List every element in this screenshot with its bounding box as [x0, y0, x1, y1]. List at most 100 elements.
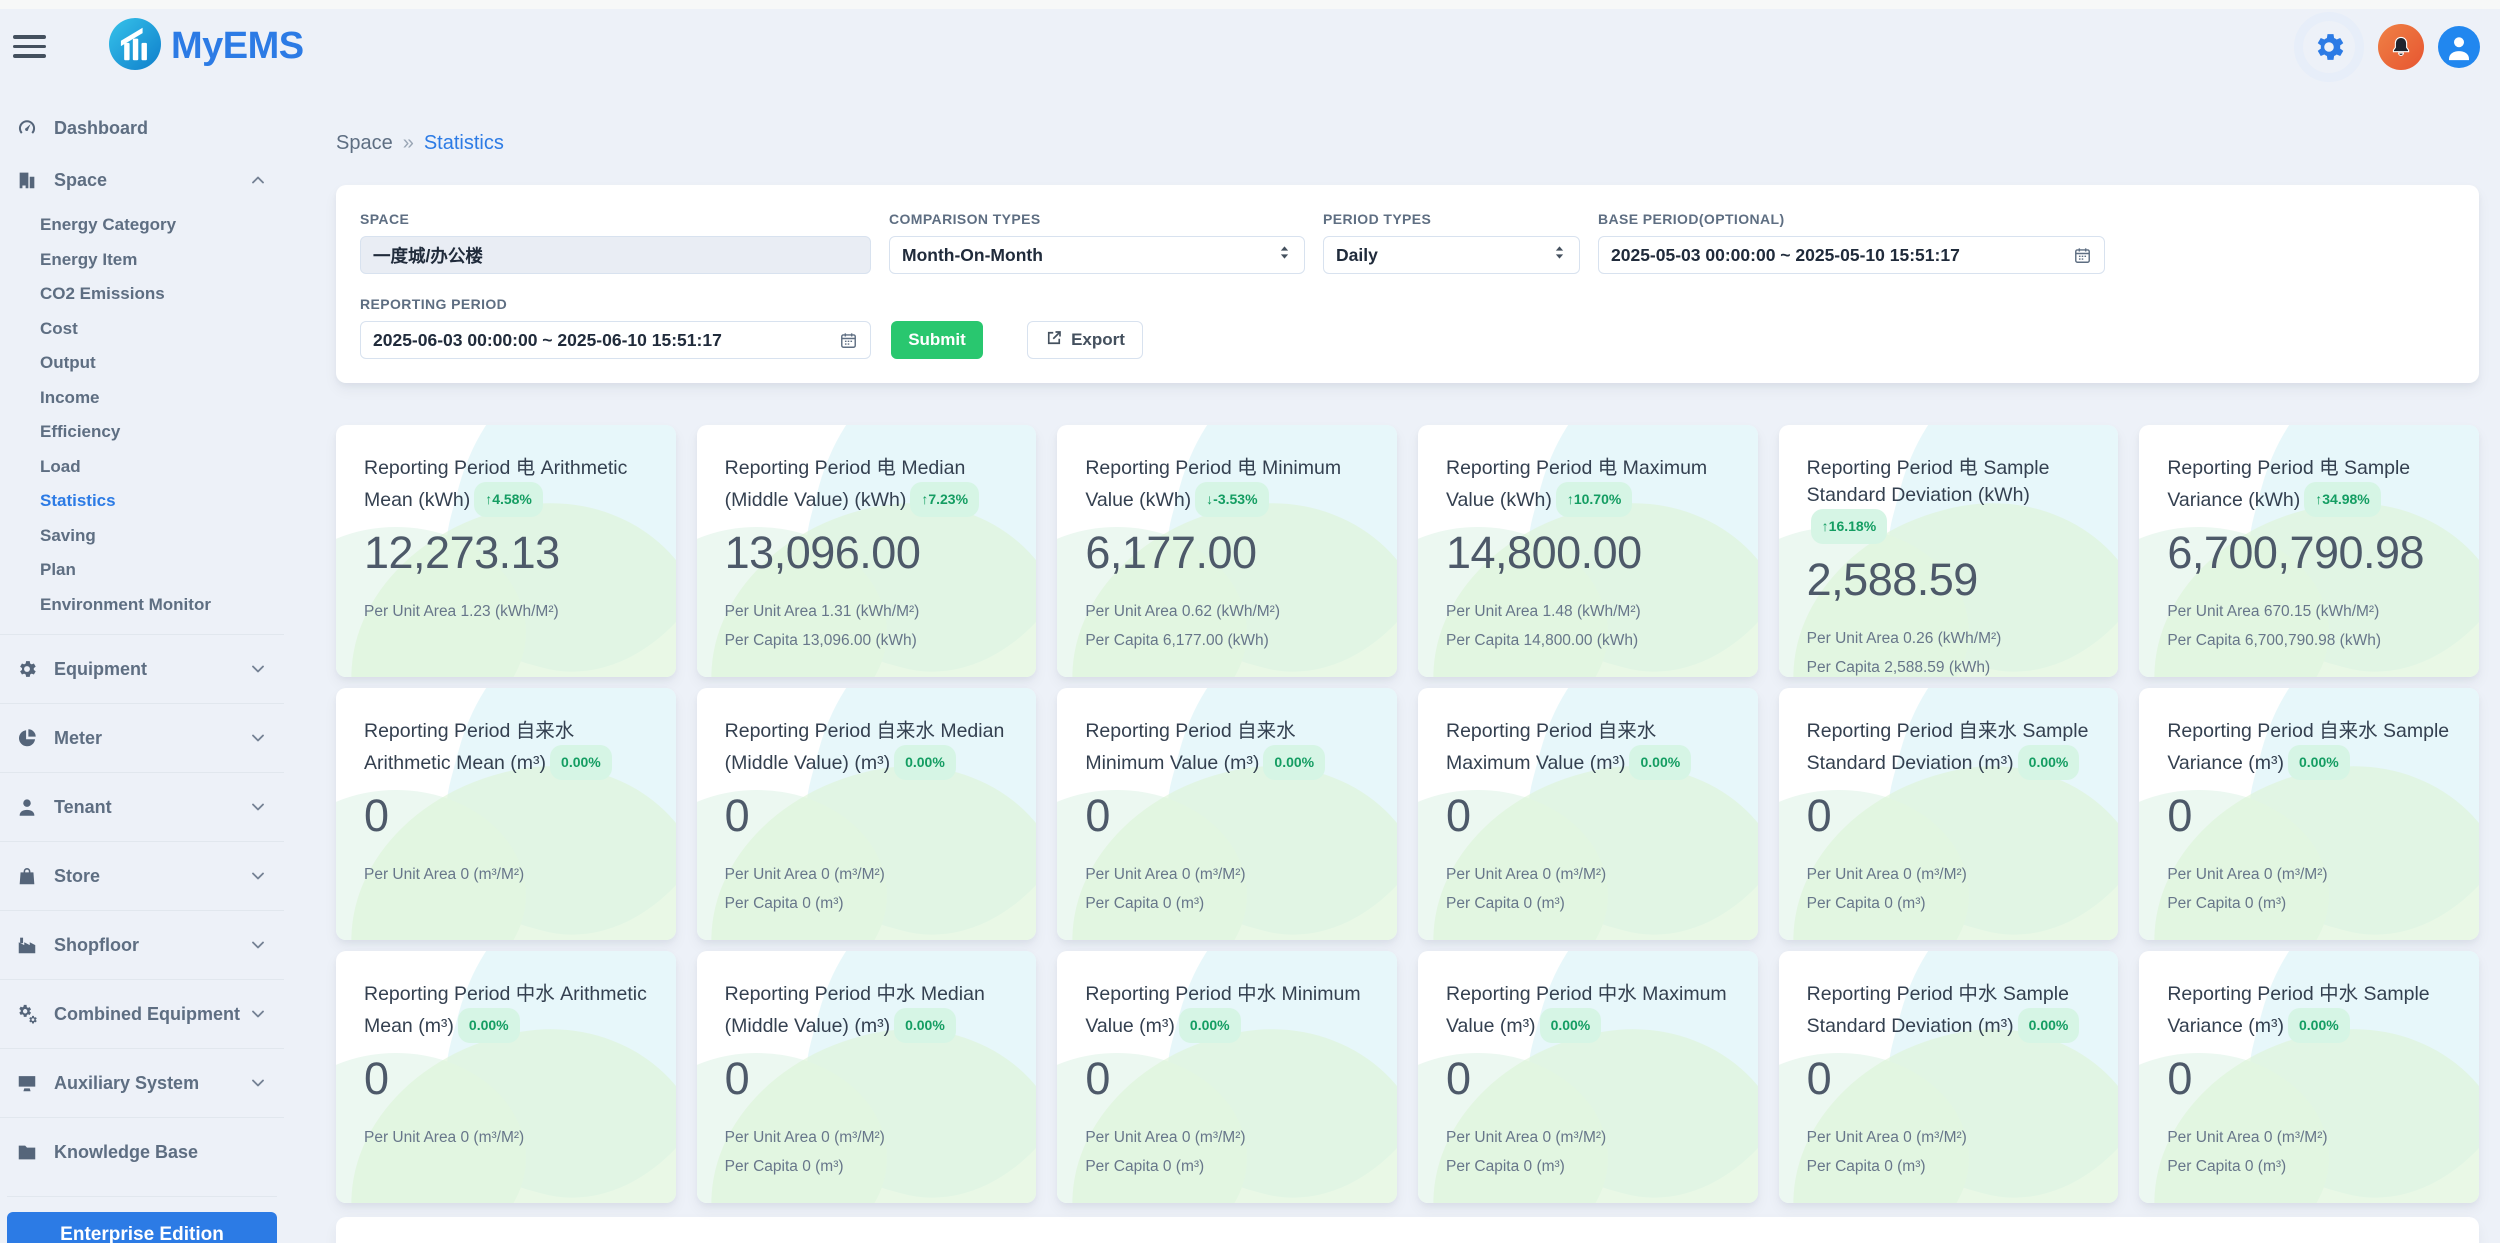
change-badge: 0.00% — [894, 1008, 956, 1043]
card-sublines: Per Unit Area 0 (m³/M²)Per Capita 0 (m³) — [725, 1123, 1013, 1181]
card-value: 0 — [1807, 790, 2095, 842]
stat-card: Reporting Period 电 Median (Middle Value)… — [697, 425, 1037, 677]
stat-card: Reporting Period 电 Maximum Value (kWh)↑1… — [1418, 425, 1758, 677]
chevron-down-icon — [248, 866, 268, 886]
sidebar-footer: Enterprise Edition — [7, 1196, 277, 1243]
sidebar-subitem-load[interactable]: Load — [0, 450, 284, 485]
export-button[interactable]: Export — [1027, 321, 1143, 359]
sidebar-subitem-energy-item[interactable]: Energy Item — [0, 243, 284, 278]
select-arrows-icon — [1277, 244, 1292, 266]
breadcrumb-parent[interactable]: Space — [336, 132, 393, 155]
stat-card: Reporting Period 自来水 Sample Standard Dev… — [1779, 688, 2119, 940]
card-subline: Per Unit Area 0 (m³/M²) — [2167, 1123, 2455, 1152]
main-content: Space » Statistics SPACE COMPARISON TYPE… — [336, 80, 2479, 1243]
window-top-strip — [0, 0, 2500, 9]
navbar-actions — [2294, 12, 2480, 82]
sidebar-nav: Dashboard Space Energy CategoryEnergy It… — [0, 80, 284, 1243]
card-sublines: Per Unit Area 1.48 (kWh/M²)Per Capita 14… — [1446, 597, 1734, 655]
change-badge: ↑34.98% — [2304, 482, 2380, 517]
card-subline: Per Capita 0 (m³) — [2167, 1152, 2455, 1181]
sidebar-subitem-energy-category[interactable]: Energy Category — [0, 208, 284, 243]
export-label: Export — [1071, 330, 1125, 350]
change-badge: 0.00% — [2018, 1008, 2080, 1043]
select-arrows-icon — [1552, 244, 1567, 266]
sidebar-subitem-income[interactable]: Income — [0, 381, 284, 416]
gauge-icon — [14, 117, 40, 139]
sidebar-item-store[interactable]: Store — [0, 842, 284, 910]
sidebar-subitem-plan[interactable]: Plan — [0, 553, 284, 588]
card-value: 0 — [725, 790, 1013, 842]
settings-gear-button[interactable] — [2294, 12, 2364, 82]
card-sublines: Per Unit Area 0.62 (kWh/M²)Per Capita 6,… — [1085, 597, 1373, 655]
stat-card: Reporting Period 电 Sample Variance (kWh)… — [2139, 425, 2479, 677]
chevron-down-icon — [248, 935, 268, 955]
reporting-period-input[interactable]: 2025-06-03 00:00:00 ~ 2025-06-10 15:51:1… — [360, 321, 871, 359]
card-sublines: Per Unit Area 1.31 (kWh/M²)Per Capita 13… — [725, 597, 1013, 655]
sidebar-item-auxiliary-system[interactable]: Auxiliary System — [0, 1049, 284, 1117]
sidebar-subitem-co2-emissions[interactable]: CO2 Emissions — [0, 277, 284, 312]
sidebar-item-dashboard[interactable]: Dashboard — [0, 102, 284, 154]
stat-card: Reporting Period 自来水 Median (Middle Valu… — [697, 688, 1037, 940]
card-sublines: Per Unit Area 0 (m³/M²)Per Capita 0 (m³) — [1807, 860, 2095, 918]
calendar-icon[interactable] — [2073, 246, 2092, 265]
breadcrumb-current: Statistics — [424, 132, 504, 155]
change-badge: 0.00% — [1629, 745, 1691, 780]
stat-cards-grid: Reporting Period 电 Arithmetic Mean (kWh)… — [336, 425, 2479, 1203]
person-icon — [14, 796, 40, 818]
next-panel-cutoff — [336, 1217, 2479, 1243]
card-value: 0 — [1446, 790, 1734, 842]
card-subline: Per Capita 6,177.00 (kWh) — [1085, 626, 1373, 655]
sidebar-item-combined-equipment[interactable]: Combined Equipment — [0, 980, 284, 1048]
sidebar-subitem-saving[interactable]: Saving — [0, 519, 284, 554]
card-sublines: Per Unit Area 0.26 (kWh/M²)Per Capita 2,… — [1807, 624, 2095, 677]
space-label: SPACE — [360, 211, 871, 227]
card-sublines: Per Unit Area 0 (m³/M²)Per Capita 0 (m³) — [2167, 1123, 2455, 1181]
card-subline: Per Capita 0 (m³) — [1446, 889, 1734, 918]
filter-panel: SPACE COMPARISON TYPES Month-On-Month PE… — [336, 185, 2479, 383]
sidebar-subitem-environment-monitor[interactable]: Environment Monitor — [0, 588, 284, 623]
brand-logo[interactable]: MyEMS — [109, 18, 304, 75]
sidebar-item-equipment[interactable]: Equipment — [0, 635, 284, 703]
change-badge: ↑10.70% — [1556, 482, 1632, 517]
card-sublines: Per Unit Area 670.15 (kWh/M²)Per Capita … — [2167, 597, 2455, 655]
sidebar-subitem-statistics[interactable]: Statistics — [0, 484, 284, 519]
sidebar-item-space[interactable]: Space — [0, 154, 284, 206]
card-subline: Per Unit Area 0 (m³/M²) — [2167, 860, 2455, 889]
change-badge: 0.00% — [458, 1008, 520, 1043]
sidebar-subitem-efficiency[interactable]: Efficiency — [0, 415, 284, 450]
equipment-gear-icon — [14, 658, 40, 680]
notifications-bell-button[interactable] — [2378, 24, 2424, 70]
card-subline: Per Capita 0 (m³) — [2167, 889, 2455, 918]
base-period-label: BASE PERIOD(OPTIONAL) — [1598, 211, 2105, 227]
card-subline: Per Capita 0 (m³) — [1085, 1152, 1373, 1181]
sidebar-item-meter[interactable]: Meter — [0, 704, 284, 772]
sidebar-item-knowledge-base[interactable]: Knowledge Base — [0, 1118, 284, 1186]
card-subline: Per Capita 0 (m³) — [1085, 889, 1373, 918]
card-sublines: Per Unit Area 0 (m³/M²) — [364, 1123, 652, 1152]
period-types-select[interactable]: Daily — [1323, 236, 1580, 274]
sidebar-item-shopfloor[interactable]: Shopfloor — [0, 911, 284, 979]
sidebar-item-tenant[interactable]: Tenant — [0, 773, 284, 841]
card-value: 0 — [1446, 1053, 1734, 1105]
comparison-types-select[interactable]: Month-On-Month — [889, 236, 1305, 274]
card-sublines: Per Unit Area 0 (m³/M²)Per Capita 0 (m³) — [1085, 1123, 1373, 1181]
card-value: 6,700,790.98 — [2167, 527, 2455, 579]
stat-card: Reporting Period 中水 Maximum Value (m³)0.… — [1418, 951, 1758, 1203]
space-input[interactable] — [360, 236, 871, 274]
hamburger-menu-button[interactable] — [13, 32, 49, 62]
card-sublines: Per Unit Area 0 (m³/M²)Per Capita 0 (m³) — [2167, 860, 2455, 918]
user-avatar-button[interactable] — [2438, 26, 2480, 68]
sidebar-subitem-cost[interactable]: Cost — [0, 312, 284, 347]
card-value: 0 — [364, 1053, 652, 1105]
sidebar-subitem-output[interactable]: Output — [0, 346, 284, 381]
submit-button[interactable]: Submit — [891, 321, 983, 359]
base-period-input[interactable]: 2025-05-03 00:00:00 ~ 2025-05-10 15:51:1… — [1598, 236, 2105, 274]
calendar-icon[interactable] — [839, 331, 858, 350]
change-badge: ↑4.58% — [474, 482, 543, 517]
card-value: 2,588.59 — [1807, 554, 2095, 606]
card-subline: Per Unit Area 0.26 (kWh/M²) — [1807, 624, 2095, 653]
stat-card: Reporting Period 电 Sample Standard Devia… — [1779, 425, 2119, 677]
comparison-types-label: COMPARISON TYPES — [889, 211, 1305, 227]
enterprise-edition-button[interactable]: Enterprise Edition — [7, 1212, 277, 1243]
bell-icon — [2378, 24, 2424, 70]
